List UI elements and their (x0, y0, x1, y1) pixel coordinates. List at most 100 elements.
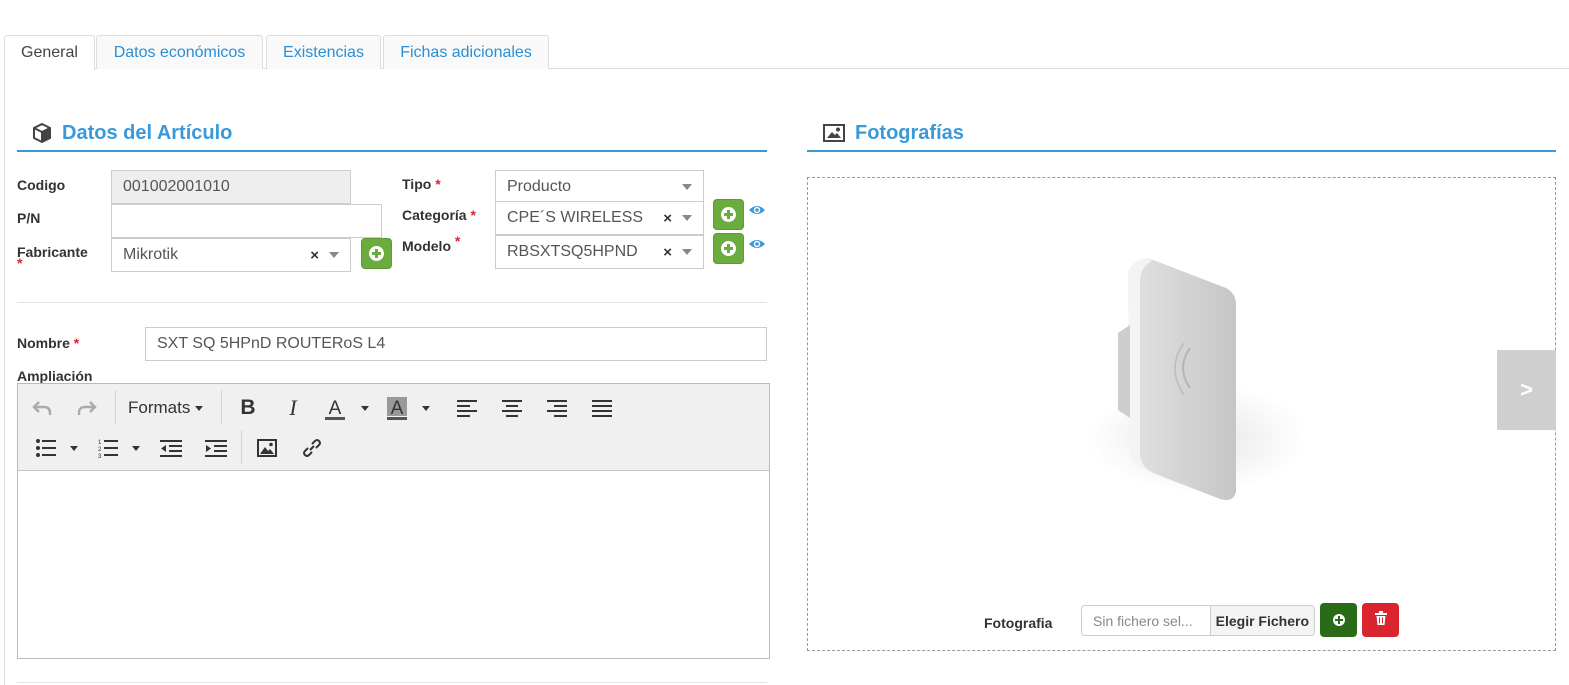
trash-icon (1374, 610, 1387, 630)
ampliacion-label: Ampliación (17, 368, 93, 384)
fabricante-clear-icon[interactable]: × (310, 247, 319, 264)
tipo-select[interactable]: Producto (495, 170, 704, 204)
modelo-clear-icon[interactable]: × (663, 244, 672, 261)
insert-link-icon[interactable] (300, 436, 324, 460)
align-left-icon[interactable] (455, 396, 479, 420)
categoria-value: CPE´S WIRELESS (507, 209, 644, 226)
nombre-required-mark: * (73, 335, 80, 351)
codigo-field[interactable]: 001002001010 (111, 170, 351, 204)
file-picker: Sin fichero sel... Elegir Fichero (1081, 605, 1315, 636)
toolbar-separator (241, 430, 242, 464)
chevron-down-icon (329, 252, 339, 258)
chevron-down-icon (682, 249, 692, 255)
chevron-down-icon (361, 405, 369, 411)
modelo-value: RBSXTSQ5HPND (507, 243, 638, 260)
bullet-list-dropdown[interactable] (67, 440, 81, 456)
nombre-label-text: Nombre (17, 335, 70, 351)
tipo-label: Tipo * (402, 176, 441, 192)
text-color-glyph: A (329, 398, 342, 419)
text-color-dropdown[interactable] (358, 400, 372, 416)
toolbar-separator (221, 390, 222, 424)
tab-bar: General Datos económicos Existencias Fic… (4, 35, 1569, 70)
background-color-dropdown[interactable] (419, 400, 433, 416)
pn-input[interactable] (111, 204, 382, 238)
background-color-button[interactable]: A (385, 396, 409, 422)
product-photo (1058, 253, 1308, 503)
article-section-title: Datos del Artículo (62, 121, 233, 144)
fabricante-value: Mikrotik (123, 246, 179, 263)
svg-text:1: 1 (98, 440, 102, 446)
view-modelo-eye-icon[interactable] (748, 237, 766, 256)
photo-section-header: Fotografías (807, 116, 1556, 152)
redo-icon[interactable] (75, 396, 99, 420)
codigo-label: Codigo (17, 177, 66, 193)
nombre-value: SXT SQ 5HPnD ROUTERoS L4 (157, 335, 386, 352)
insert-image-icon[interactable] (255, 436, 279, 460)
outdent-icon[interactable] (159, 436, 183, 460)
add-modelo-button[interactable] (713, 233, 744, 264)
file-name-input[interactable]: Sin fichero sel... (1082, 606, 1210, 635)
bg-color-glyph: A (391, 398, 404, 419)
toolbar-separator (115, 390, 116, 424)
fabricante-select[interactable]: Mikrotik × (111, 238, 351, 272)
form-divider (17, 302, 767, 303)
fabricante-required-mark: * (17, 255, 23, 271)
plus-circle-icon (721, 241, 736, 256)
upload-photo-button[interactable] (1320, 603, 1357, 637)
choose-file-button[interactable]: Elegir Fichero (1209, 606, 1314, 635)
plus-circle-icon (721, 207, 736, 222)
fabricante-label: Fabricante * (17, 244, 88, 276)
indent-icon[interactable] (204, 436, 228, 460)
chevron-down-icon (195, 405, 204, 411)
modelo-required-mark: * (454, 233, 461, 249)
editor-content-area[interactable] (18, 472, 769, 658)
tipo-label-text: Tipo (402, 176, 432, 192)
rich-text-editor: Formats B I A A 123 (17, 383, 770, 659)
add-fabricante-button[interactable] (361, 238, 392, 269)
chevron-down-icon (70, 445, 78, 451)
chevron-down-icon (422, 405, 430, 411)
tab-fichas-adicionales[interactable]: Fichas adicionales (383, 35, 549, 69)
undo-icon[interactable] (30, 396, 54, 420)
svg-text:2: 2 (98, 447, 102, 453)
add-categoria-button[interactable] (713, 199, 744, 230)
tab-datos-economicos[interactable]: Datos económicos (96, 35, 263, 69)
tab-general[interactable]: General (4, 35, 95, 70)
text-color-button[interactable]: A (323, 396, 347, 422)
chevron-down-icon (682, 215, 692, 221)
photo-section-title: Fotografías (855, 121, 964, 144)
nombre-input[interactable]: SXT SQ 5HPnD ROUTERoS L4 (145, 327, 767, 361)
cube-icon (32, 123, 52, 143)
bullet-list-icon[interactable] (34, 436, 58, 460)
svg-text:3: 3 (98, 454, 102, 458)
categoria-required-mark: * (470, 207, 476, 223)
categoria-clear-icon[interactable]: × (663, 210, 672, 227)
numbered-list-icon[interactable]: 123 (96, 436, 120, 460)
photo-dropzone: Fotografia (807, 177, 1556, 651)
italic-button[interactable]: I (281, 395, 305, 420)
align-right-icon[interactable] (545, 396, 569, 420)
align-justify-icon[interactable] (590, 396, 614, 420)
delete-photo-button[interactable] (1362, 603, 1399, 637)
next-photo-button[interactable]: > (1497, 350, 1556, 430)
align-center-icon[interactable] (500, 396, 524, 420)
tab-existencias[interactable]: Existencias (266, 35, 381, 69)
categoria-select[interactable]: CPE´S WIRELESS × (495, 201, 704, 235)
modelo-label-text: Modelo (402, 238, 451, 254)
codigo-value: 001002001010 (123, 178, 230, 195)
numbered-list-dropdown[interactable] (129, 440, 143, 456)
editor-toolbar: Formats B I A A 123 (18, 384, 769, 471)
panel-left-border (4, 68, 5, 685)
modelo-select[interactable]: RBSXTSQ5HPND × (495, 235, 704, 269)
modelo-label: Modelo * (402, 233, 460, 254)
plus-circle-icon (369, 246, 384, 261)
tipo-value: Producto (507, 178, 572, 195)
formats-label: Formats (128, 398, 191, 417)
bold-button[interactable]: B (236, 396, 260, 420)
categoria-label-text: Categoría (402, 207, 467, 223)
fotografia-label: Fotografia (984, 615, 1053, 631)
image-icon (823, 124, 845, 142)
formats-dropdown[interactable]: Formats (128, 396, 204, 420)
view-categoria-eye-icon[interactable] (748, 203, 766, 222)
pn-label: P/N (17, 210, 41, 226)
